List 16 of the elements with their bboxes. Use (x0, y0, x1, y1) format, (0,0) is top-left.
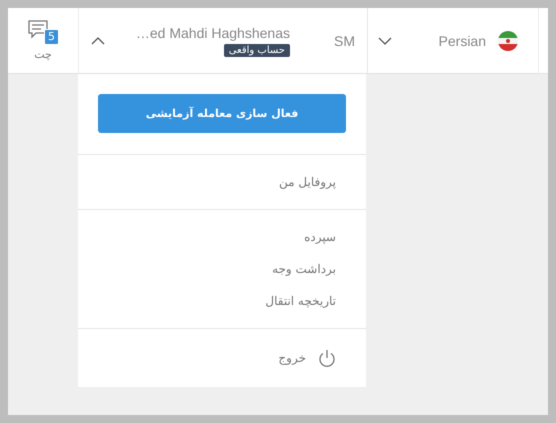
trial-button[interactable]: فعال سازی معامله آزمایشی (98, 94, 346, 133)
count-badge: 5 (44, 29, 59, 45)
menu-item[interactable]: تاریخچه انتقال (265, 294, 336, 308)
caret-down-icon[interactable] (378, 36, 392, 46)
flag-icon (498, 30, 518, 50)
account-badge: حساب واقعی (224, 44, 290, 56)
chat-label[interactable]: چت (34, 48, 52, 61)
power-icon[interactable] (318, 349, 336, 367)
user-initials: SM (334, 32, 355, 48)
logout-link[interactable]: خروج (278, 351, 306, 365)
menu-item[interactable]: پروفایل من (279, 175, 336, 189)
caret-up-icon[interactable] (91, 36, 105, 46)
menu-item[interactable]: برداشت وجه (272, 262, 336, 276)
user-name: …ed Mahdi Haghshenas (136, 24, 290, 40)
menu-item[interactable]: سپرده (304, 230, 336, 244)
language-label[interactable]: Persian (392, 32, 486, 48)
